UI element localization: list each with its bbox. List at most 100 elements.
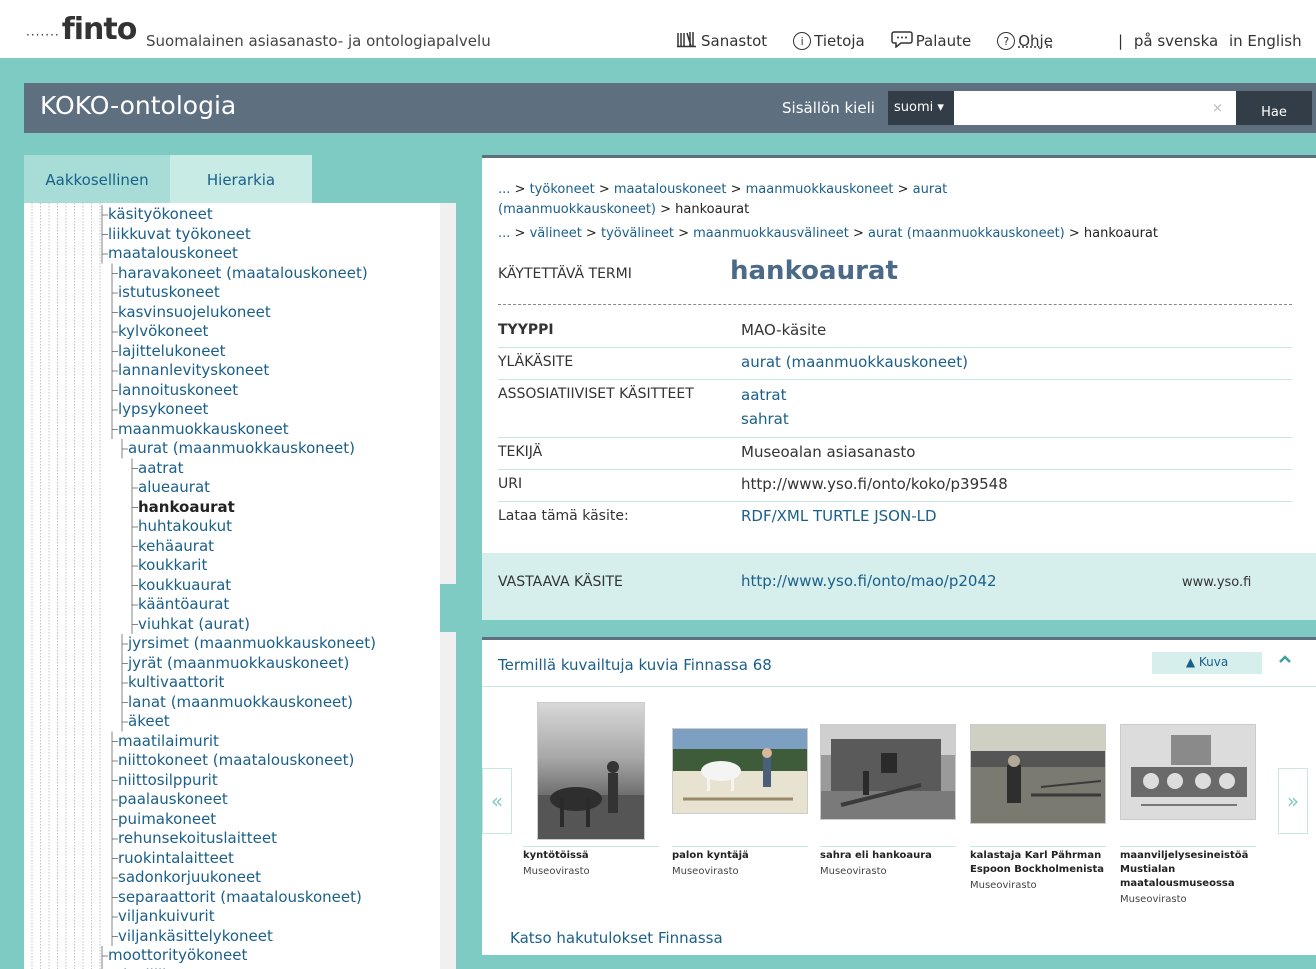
tree-item[interactable]: rehunsekoituslaitteet (118, 829, 277, 848)
breadcrumb-link[interactable]: välineet (530, 226, 582, 241)
logo-word: finto (61, 12, 138, 47)
broader-link[interactable]: aurat (maanmuokkauskoneet) (741, 353, 968, 371)
logo-dots: ······· (26, 28, 60, 42)
finna-thumbnail[interactable] (820, 724, 956, 820)
finna-picture-title[interactable]: kalastaja Karl Pährman Espoon Bockholmen… (970, 849, 1106, 877)
tree-item[interactable]: viljankuivurit (118, 907, 215, 926)
tab-hierarkia[interactable]: Hierarkia (170, 155, 312, 203)
tree-item[interactable]: lajittelukoneet (118, 342, 226, 361)
tree-item[interactable]: viljankäsittelykoneet (118, 927, 273, 946)
collapse-chevron-icon[interactable] (1278, 652, 1292, 668)
creator-value: Museoalan asiasanasto (741, 443, 916, 461)
lang-english-link[interactable]: in English (1229, 32, 1302, 50)
tree-item[interactable]: moottorityökoneet (108, 946, 247, 965)
tree-item-current[interactable]: hankoaurat (138, 498, 235, 517)
finna-picture-org: Museovirasto (672, 866, 739, 877)
carousel-prev-button[interactable]: « (482, 768, 512, 834)
finna-picture-org: Museovirasto (970, 880, 1037, 891)
tree-item[interactable]: lypsykoneet (118, 400, 208, 419)
uri-label: URI (498, 476, 523, 492)
related-link[interactable]: aatrat (741, 386, 787, 404)
tree-item[interactable]: istutuskoneet (118, 283, 220, 302)
tree-item[interactable]: koukkarit (138, 556, 207, 575)
finto-logo[interactable]: ······· finto (26, 12, 138, 47)
breadcrumb-link[interactable]: työkoneet (530, 182, 595, 197)
tree-item[interactable]: kääntöaurat (138, 595, 229, 614)
tree-item[interactable]: jyrät (maanmuokkauskoneet) (128, 654, 349, 673)
breadcrumb-link[interactable]: maanmuokkausvälineet (693, 226, 849, 241)
tree-item[interactable]: viuhkat (aurat) (138, 615, 250, 634)
finna-thumbnail[interactable] (970, 724, 1106, 824)
mapping-link[interactable]: http://www.yso.fi/onto/mao/p2042 (741, 572, 997, 590)
nav-tietoja[interactable]: i Tietoja (793, 32, 865, 50)
tree-item[interactable]: ruokintalaitteet (118, 849, 234, 868)
nav-sanastot[interactable]: Sanastot (676, 30, 767, 52)
nav-palaute[interactable]: Palaute (890, 30, 971, 52)
tree-item[interactable]: kasvinsuojelukoneet (118, 303, 271, 322)
finna-search-results-link[interactable]: Katso hakutulokset Finnassa (510, 929, 723, 947)
tree-item[interactable]: maatalouskoneet (108, 244, 238, 263)
type-label: TYYPPI (498, 322, 554, 338)
finna-thumbnail[interactable] (537, 702, 645, 840)
finna-picture-title[interactable]: kyntötöissä (523, 849, 653, 863)
finna-picture-title[interactable]: palon kyntäjä (672, 849, 808, 863)
tab-aakkosellinen[interactable]: Aakkosellinen (24, 155, 170, 203)
finna-picture-title[interactable]: sahra eli hankoaura (820, 849, 956, 863)
nav-ohje[interactable]: ? Ohje (997, 32, 1053, 50)
lang-swedish-link[interactable]: på svenska (1134, 32, 1218, 50)
sidebar-scroll-thumb[interactable] (440, 584, 456, 632)
tree-item[interactable]: liikkuvat työkoneet (108, 225, 251, 244)
breadcrumb-link[interactable]: maatalouskoneet (614, 182, 727, 197)
tree-item[interactable]: alueaurat (138, 478, 210, 497)
tree-item[interactable]: kylvökoneet (118, 322, 208, 341)
tree-item[interactable]: huhtakoukut (138, 517, 232, 536)
breadcrumb-link[interactable]: työvälineet (601, 226, 674, 241)
breadcrumb-link[interactable]: aurat (maanmuokkauskoneet) (868, 226, 1065, 241)
sidebar: Aakkosellinen Hierarkia käsityökoneet lii… (24, 155, 456, 969)
finna-picture-title[interactable]: maanviljelysesineistöä Mustialan maatalo… (1120, 849, 1256, 891)
breadcrumb-link[interactable]: ... (498, 182, 510, 197)
breadcrumb-link[interactable]: ... (498, 226, 510, 241)
tree-item[interactable]: paalauskoneet (118, 790, 228, 809)
tree-item[interactable]: äkeet (128, 712, 170, 731)
tree-item[interactable]: tekstiilikoneet (108, 966, 213, 969)
vocabulary-title[interactable]: KOKO-ontologia (40, 91, 236, 120)
tree-item[interactable]: niittosilppurit (118, 771, 218, 790)
finna-thumbnail[interactable] (672, 728, 808, 814)
search-input[interactable] (954, 91, 1236, 125)
breadcrumb-separator: > (673, 226, 694, 241)
tree-item[interactable]: niittokoneet (maatalouskoneet) (118, 751, 354, 770)
tree-item[interactable]: haravakoneet (maatalouskoneet) (118, 264, 368, 283)
tree-item[interactable]: jyrsimet (maanmuokkauskoneet) (128, 634, 376, 653)
tree-item[interactable]: koukkuaurat (138, 576, 231, 595)
preferred-term-label: KÄYTETTÄVÄ TERMI (498, 266, 632, 282)
carousel-next-button[interactable]: » (1278, 768, 1308, 834)
tree-item[interactable]: kultivaattorit (128, 673, 224, 692)
finna-thumbnail[interactable] (1120, 724, 1256, 820)
breadcrumb-link[interactable]: maanmuokkauskoneet (746, 182, 894, 197)
property-creator: TEKIJÄ Museoalan asiasanasto (498, 442, 1292, 470)
tree-item[interactable]: maanmuokkauskoneet (118, 420, 289, 439)
clear-search-icon[interactable]: × (1212, 101, 1223, 116)
download-links[interactable]: RDF/XML TURTLE JSON-LD (741, 507, 937, 525)
nav-sanastot-label: Sanastot (701, 32, 768, 50)
tree-item[interactable]: puimakoneet (118, 810, 216, 829)
tree-item[interactable]: lannoituskoneet (118, 381, 238, 400)
tree-item[interactable]: aatrat (138, 459, 184, 478)
tree-item[interactable]: käsityökoneet (108, 205, 213, 224)
tree-item[interactable]: aurat (maanmuokkauskoneet) (128, 439, 355, 458)
property-download: Lataa tämä käsite: RDF/XML TURTLE JSON-L… (498, 506, 1292, 534)
speech-bubble-icon (890, 30, 913, 52)
search-button[interactable]: Hae (1236, 91, 1312, 125)
hierarchy-tree: käsityökoneet liikkuvat työkoneet maatalou… (24, 203, 440, 969)
tree-item[interactable]: separaattorit (maatalouskoneet) (118, 888, 362, 907)
site-tagline: Suomalainen asiasanasto- ja ontologiapal… (146, 32, 491, 50)
tree-item[interactable]: lannanlevityskoneet (118, 361, 269, 380)
content-language-select[interactable]: suomi ▾ (888, 91, 954, 125)
image-toggle-button[interactable]: ▲ Kuva (1152, 652, 1262, 674)
tree-item[interactable]: kehäaurat (138, 537, 214, 556)
tree-item[interactable]: lanat (maanmuokkauskoneet) (128, 693, 353, 712)
tree-item[interactable]: maatilaimurit (118, 732, 219, 751)
related-link[interactable]: sahrat (741, 410, 789, 428)
tree-item[interactable]: sadonkorjuukoneet (118, 868, 261, 887)
